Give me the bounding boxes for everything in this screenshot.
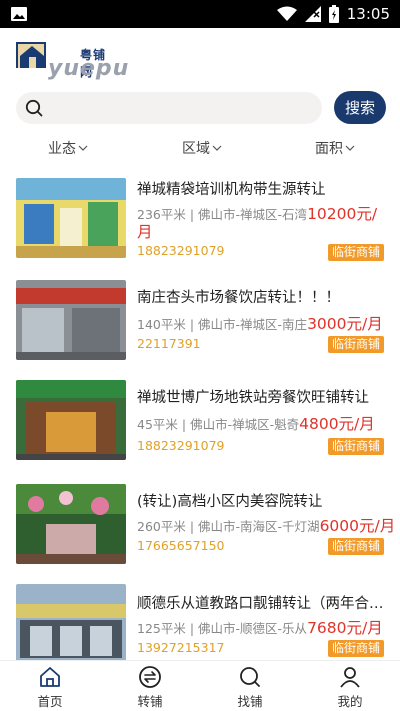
signal-icon <box>304 6 321 22</box>
listing-location: 佛山市-禅城区-石湾 <box>198 207 308 222</box>
status-bar: 13:05 <box>0 0 400 28</box>
filter-region[interactable]: 区域 <box>182 138 222 158</box>
listing-phone[interactable]: 17665657150 <box>137 538 224 553</box>
search-box[interactable] <box>16 92 322 124</box>
listing-badge: 临街商铺 <box>327 244 384 261</box>
listing-item[interactable]: 顺德乐从道教路口靓铺转让（两年合… 125平米 | 佛山市-顺德区-乐从7680… <box>0 576 400 660</box>
nav-home[interactable]: 首页 <box>0 661 100 711</box>
transfer-icon <box>139 666 161 688</box>
search-icon <box>25 99 43 117</box>
image-notification-icon <box>11 7 27 21</box>
listing-item[interactable]: (转让)高档小区内美容院转让 260平米 | 佛山市-南海区-千灯湖6000元/… <box>0 474 400 574</box>
nav-profile[interactable]: 我的 <box>300 661 400 711</box>
listing-price: 6000元/月 <box>319 517 396 535</box>
filter-label: 业态 <box>48 141 76 157</box>
listing-phone[interactable]: 13927215317 <box>137 640 224 655</box>
filter-area[interactable]: 面积 <box>315 138 355 158</box>
listing-price: 4800元/月 <box>299 415 375 433</box>
listing-photo <box>16 380 126 460</box>
listing-location: 佛山市-禅城区-南庄 <box>198 317 308 332</box>
listing-phone[interactable]: 22117391 <box>137 336 201 351</box>
listing-price: 3000元/月 <box>307 315 383 333</box>
search-input[interactable] <box>52 92 312 124</box>
listing-item[interactable]: 禅城精袋培训机构带生源转让 236平米 | 佛山市-禅城区-石湾10200元/ … <box>0 168 400 268</box>
listing-location: 佛山市-顺德区-乐从 <box>198 621 308 636</box>
listing-photo <box>16 280 126 360</box>
listing-meta: 140平米 | 佛山市-禅城区-南庄3000元/月 <box>137 315 383 333</box>
bottom-navigation: 首页 转铺 找铺 我的 <box>0 660 400 711</box>
nav-transfer[interactable]: 转铺 <box>100 661 200 711</box>
listing-phone[interactable]: 18823291079 <box>137 438 224 453</box>
listing-list: 禅城精袋培训机构带生源转让 236平米 | 佛山市-禅城区-石湾10200元/ … <box>0 168 400 660</box>
nav-label: 找铺 <box>237 694 263 709</box>
listing-photo <box>16 584 126 660</box>
listing-area: 45平米 <box>137 417 178 432</box>
listing-area: 260平米 <box>137 519 186 534</box>
listing-location: 佛山市-南海区-千灯湖 <box>198 519 320 534</box>
listing-meta: 260平米 | 佛山市-南海区-千灯湖6000元/月 <box>137 517 396 535</box>
nav-label: 首页 <box>37 694 63 709</box>
filter-business-type[interactable]: 业态 <box>48 138 88 158</box>
logo-english-text: yuepu <box>48 56 130 81</box>
listing-price: 7680元/月 <box>307 619 383 637</box>
listing-title: (转让)高档小区内美容院转让 <box>137 494 323 510</box>
listing-phone[interactable]: 18823291079 <box>137 243 224 258</box>
battery-icon <box>328 5 339 23</box>
listing-price-continued: 月 <box>137 223 153 241</box>
listing-meta: 236平米 | 佛山市-禅城区-石湾10200元/ <box>137 205 378 223</box>
chevron-down-icon <box>212 145 222 151</box>
search-icon <box>240 667 260 687</box>
chevron-down-icon <box>78 145 88 151</box>
filter-label: 区域 <box>182 141 210 157</box>
listing-badge: 临街商铺 <box>327 538 384 555</box>
nav-label: 转铺 <box>137 694 163 709</box>
filter-label: 面积 <box>315 141 343 157</box>
search-bar: 搜索 <box>0 88 400 128</box>
listing-badge: 临街商铺 <box>327 640 384 657</box>
listing-item[interactable]: 南庄杏头市场餐饮店转让！！！ 140平米 | 佛山市-禅城区-南庄3000元/月… <box>0 270 400 370</box>
chevron-down-icon <box>345 145 355 151</box>
listing-area: 125平米 <box>137 621 186 636</box>
listing-title: 禅城世博广场地铁站旁餐饮旺铺转让 <box>137 390 369 406</box>
nav-find[interactable]: 找铺 <box>200 661 300 711</box>
listing-badge: 临街商铺 <box>327 438 384 455</box>
listing-location: 佛山市-禅城区-魁奇 <box>190 417 300 432</box>
listing-photo <box>16 178 126 258</box>
listing-title: 南庄杏头市场餐饮店转让！！！ <box>137 290 340 306</box>
listing-area: 140平米 <box>137 317 186 332</box>
listing-meta: 45平米 | 佛山市-禅城区-魁奇4800元/月 <box>137 415 375 433</box>
listing-badge: 临街商铺 <box>327 336 384 353</box>
listing-title: 禅城精袋培训机构带生源转让 <box>137 182 326 198</box>
app-header: 粤铺网 yuepu <box>0 28 400 80</box>
home-icon <box>40 667 60 687</box>
listing-title: 顺德乐从道教路口靓铺转让（两年合… <box>137 596 384 612</box>
filter-bar: 业态 区域 面积 <box>0 138 400 164</box>
search-button[interactable]: 搜索 <box>334 91 386 124</box>
app-logo: 粤铺网 yuepu <box>16 38 128 80</box>
listing-item[interactable]: 禅城世博广场地铁站旁餐饮旺铺转让 45平米 | 佛山市-禅城区-魁奇4800元/… <box>0 372 400 472</box>
listing-meta: 125平米 | 佛山市-顺德区-乐从7680元/月 <box>137 619 383 637</box>
house-logo-icon <box>16 42 46 68</box>
wifi-icon <box>276 6 297 21</box>
listing-price: 10200元/ <box>307 205 378 223</box>
listing-photo <box>16 484 126 564</box>
user-icon <box>340 667 360 688</box>
nav-label: 我的 <box>337 694 363 709</box>
status-time: 13:05 <box>346 5 390 23</box>
